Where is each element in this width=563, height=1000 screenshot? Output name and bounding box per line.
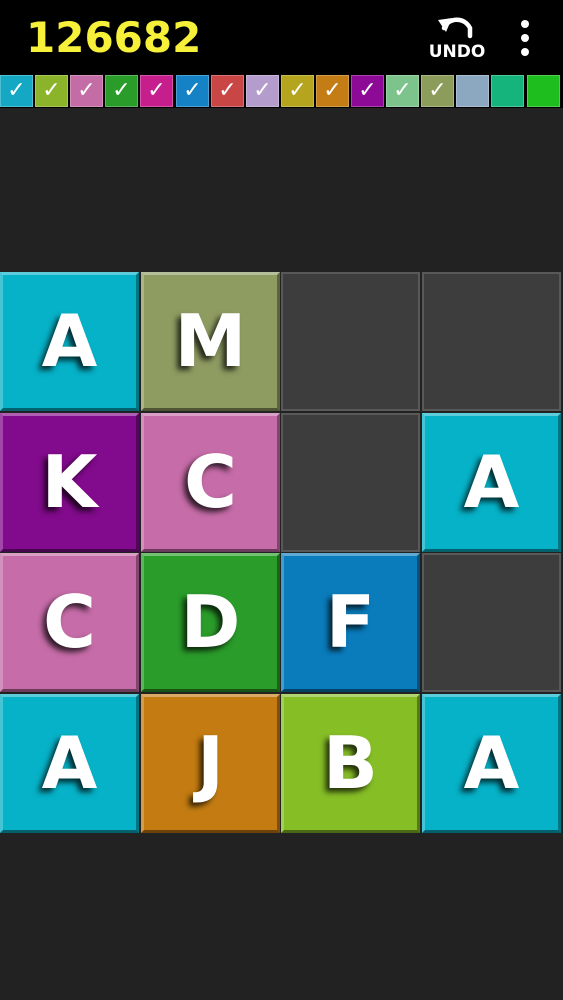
checkmark-icon: ✓ xyxy=(7,78,26,103)
palette-swatch: ✓ xyxy=(176,75,209,107)
letter-tile[interactable]: C xyxy=(0,553,139,692)
palette-swatch: ✓ xyxy=(246,75,279,107)
empty-cell[interactable] xyxy=(281,272,420,411)
palette-swatch: ✓ xyxy=(421,75,454,107)
top-bar: 126682 UNDO xyxy=(0,0,563,74)
palette-swatch: ✓ xyxy=(35,75,68,107)
letter-tile[interactable]: F xyxy=(281,553,420,692)
color-palette: ✓ ✓ ✓ ✓ ✓ ✓ ✓ ✓ ✓ ✓ ✓ ✓ ✓ xyxy=(0,74,563,108)
letter-tile[interactable]: D xyxy=(141,553,280,692)
menu-dot-icon xyxy=(521,34,529,42)
palette-swatch xyxy=(491,75,524,107)
palette-swatch: ✓ xyxy=(386,75,419,107)
tile-letter: A xyxy=(463,721,520,805)
checkmark-icon: ✓ xyxy=(42,78,61,103)
checkmark-icon: ✓ xyxy=(77,78,96,103)
letter-tile[interactable]: A xyxy=(0,272,139,411)
letter-tile[interactable]: K xyxy=(0,413,139,552)
palette-swatch: ✓ xyxy=(211,75,244,107)
letter-tile[interactable]: A xyxy=(422,694,561,833)
checkmark-icon: ✓ xyxy=(428,78,447,103)
palette-swatch: ✓ xyxy=(281,75,314,107)
checkmark-icon: ✓ xyxy=(112,78,131,103)
checkmark-icon: ✓ xyxy=(393,78,412,103)
palette-swatch: ✓ xyxy=(351,75,384,107)
score-display: 126682 xyxy=(26,13,202,62)
palette-swatch: ✓ xyxy=(316,75,349,107)
tile-letter: K xyxy=(41,440,98,524)
letter-tile[interactable]: J xyxy=(141,694,280,833)
overflow-menu-button[interactable] xyxy=(510,14,540,60)
palette-swatch: ✓ xyxy=(140,75,173,107)
tile-letter: A xyxy=(41,299,98,383)
letter-tile[interactable]: B xyxy=(281,694,420,833)
palette-swatch: ✓ xyxy=(105,75,138,107)
palette-swatch xyxy=(527,75,560,107)
empty-cell[interactable] xyxy=(281,413,420,552)
tile-letter: A xyxy=(463,440,520,524)
checkmark-icon: ✓ xyxy=(183,78,202,103)
tile-letter: B xyxy=(323,721,378,805)
letter-tile[interactable]: A xyxy=(0,694,139,833)
checkmark-icon: ✓ xyxy=(288,78,307,103)
undo-label: UNDO xyxy=(428,42,486,62)
checkmark-icon: ✓ xyxy=(323,78,342,103)
checkmark-icon: ✓ xyxy=(253,78,272,103)
palette-swatch: ✓ xyxy=(0,75,33,107)
checkmark-icon: ✓ xyxy=(147,78,166,103)
menu-dot-icon xyxy=(521,20,529,28)
letter-tile[interactable]: M xyxy=(141,272,280,411)
undo-icon xyxy=(438,17,473,39)
checkmark-icon: ✓ xyxy=(218,78,237,103)
checkmark-icon: ✓ xyxy=(358,78,377,103)
menu-dot-icon xyxy=(521,48,529,56)
tile-letter: C xyxy=(184,440,237,524)
tile-letter: F xyxy=(325,580,376,664)
tile-letter: C xyxy=(43,580,96,664)
palette-swatch xyxy=(456,75,489,107)
tile-letter: J xyxy=(197,721,224,805)
empty-cell[interactable] xyxy=(422,272,561,411)
game-board[interactable]: AMKCACDFAJBA xyxy=(0,272,563,836)
letter-tile[interactable]: C xyxy=(141,413,280,552)
tile-letter: D xyxy=(180,580,241,664)
palette-swatch: ✓ xyxy=(70,75,103,107)
letter-tile[interactable]: A xyxy=(422,413,561,552)
tile-letter: A xyxy=(41,721,98,805)
undo-button[interactable]: UNDO xyxy=(424,14,490,64)
tile-letter: M xyxy=(174,299,247,383)
empty-cell[interactable] xyxy=(422,553,561,692)
